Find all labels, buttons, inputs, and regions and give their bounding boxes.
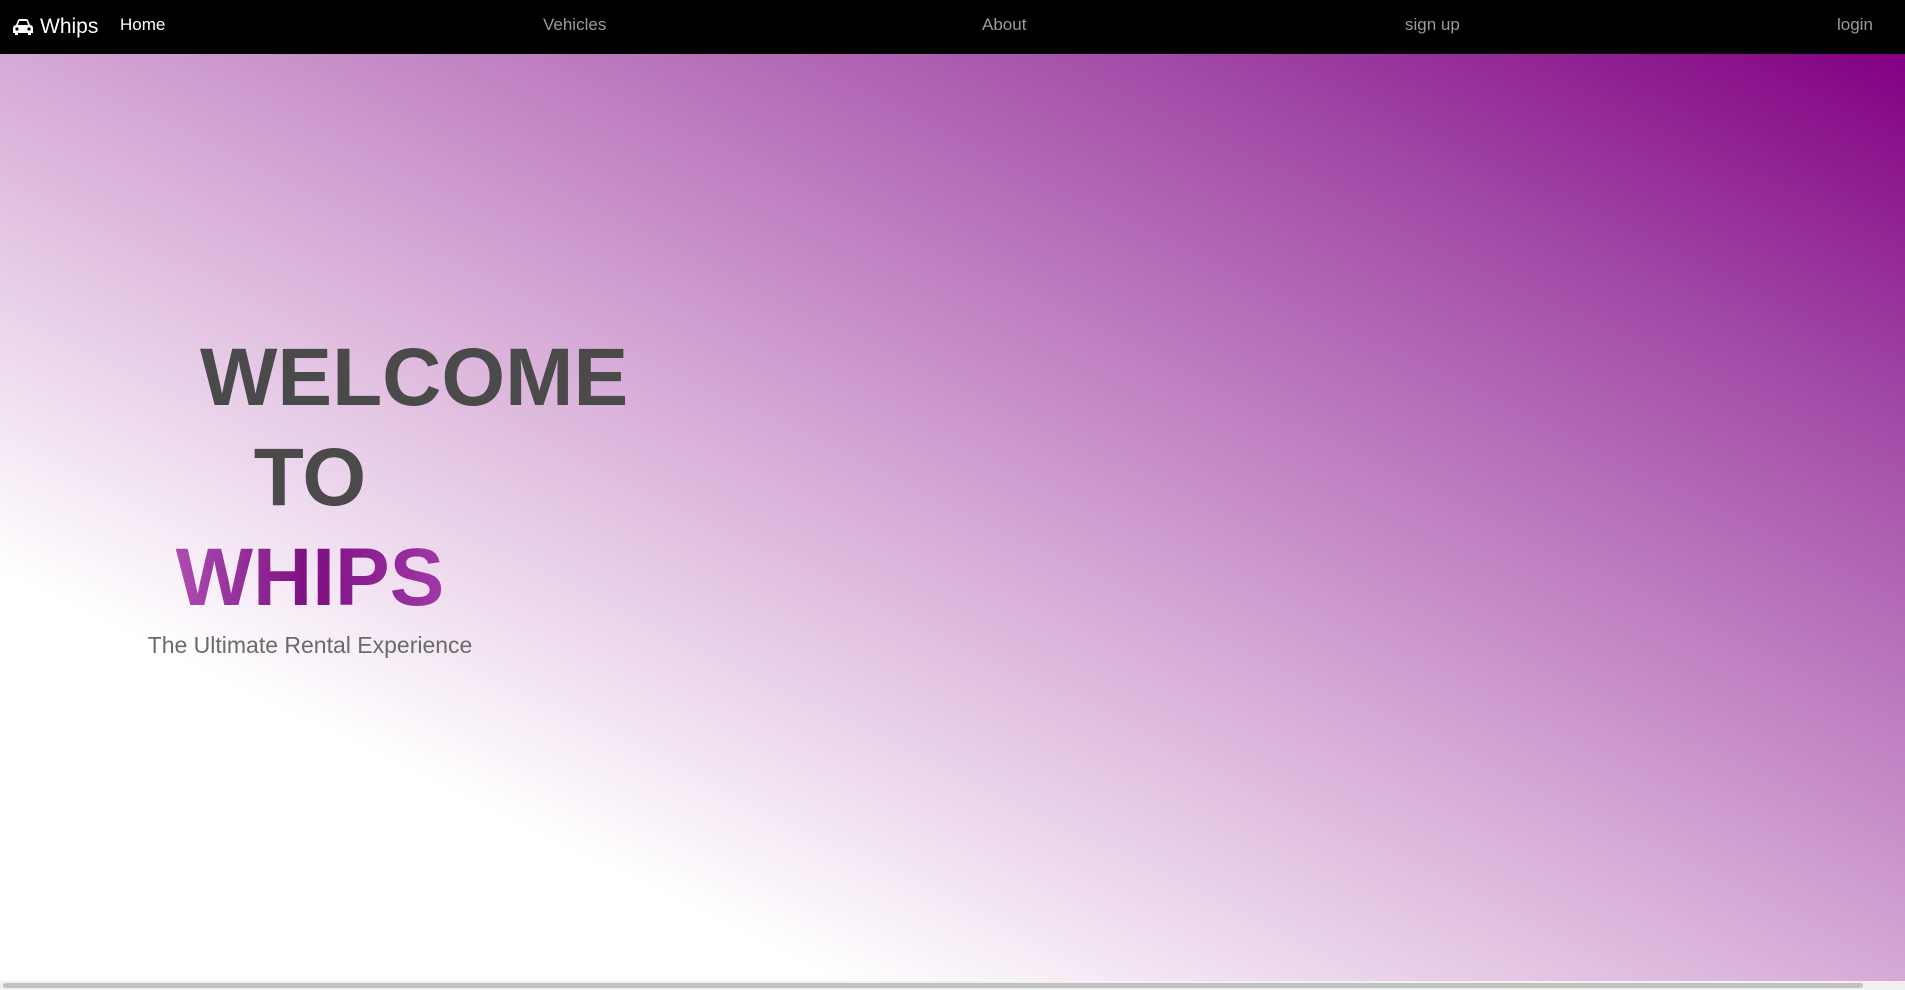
hero-subtitle: The Ultimate Rental Experience: [147, 632, 473, 658]
hero-line-to: TO: [253, 432, 367, 523]
nav-vehicles-link[interactable]: Vehicles: [543, 0, 606, 50]
scrollbar-thumb[interactable]: [3, 983, 1863, 988]
nav-home-link[interactable]: Home: [120, 0, 165, 50]
brand-name: Whips: [40, 15, 99, 38]
car-icon: [13, 19, 33, 35]
hero-brand-name: WHIPS: [120, 528, 500, 628]
horizontal-scrollbar[interactable]: [0, 981, 1905, 990]
hero-line-welcome: WELCOME: [200, 332, 629, 423]
hero-section: WELCOME TO WHIPS The Ultimate Rental Exp…: [0, 54, 1905, 981]
top-navbar: Whips Home Vehicles About sign up login: [0, 0, 1905, 54]
nav-signup-link[interactable]: sign up: [1405, 0, 1460, 50]
nav-login-link[interactable]: login: [1837, 0, 1873, 50]
brand-link[interactable]: Whips: [12, 0, 98, 54]
hero-text: WELCOME TO WHIPS The Ultimate Rental Exp…: [148, 328, 629, 659]
nav-about-link[interactable]: About: [982, 0, 1026, 50]
